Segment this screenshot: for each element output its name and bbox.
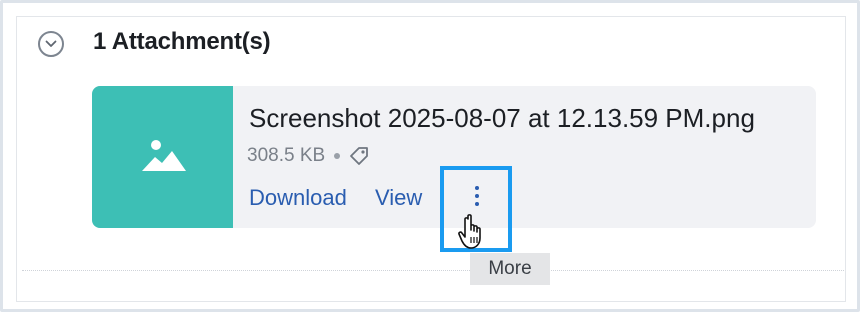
more-tooltip: More <box>470 253 550 285</box>
attachment-file-size: 308.5 KB <box>247 145 326 166</box>
attachments-header-title: 1 Attachment(s) <box>93 28 271 55</box>
image-icon <box>142 140 186 171</box>
meta-separator-dot <box>334 153 341 159</box>
more-actions-button[interactable] <box>472 186 482 214</box>
kebab-menu-icon <box>475 186 479 190</box>
attachment-actions: Download View <box>249 185 422 211</box>
hand-pointer-cursor-icon <box>458 214 481 249</box>
download-link[interactable]: Download <box>249 185 347 210</box>
attachment-thumbnail[interactable] <box>92 86 233 228</box>
section-divider <box>22 270 844 271</box>
chevron-down-icon <box>45 40 57 47</box>
attachment-file-name: Screenshot 2025-08-07 at 12.13.59 PM.png <box>249 103 755 133</box>
tag-icon[interactable] <box>348 145 370 167</box>
view-link[interactable]: View <box>375 185 422 210</box>
attachment-meta: 308.5 KB <box>247 145 370 167</box>
collapse-toggle-button[interactable] <box>38 31 64 57</box>
